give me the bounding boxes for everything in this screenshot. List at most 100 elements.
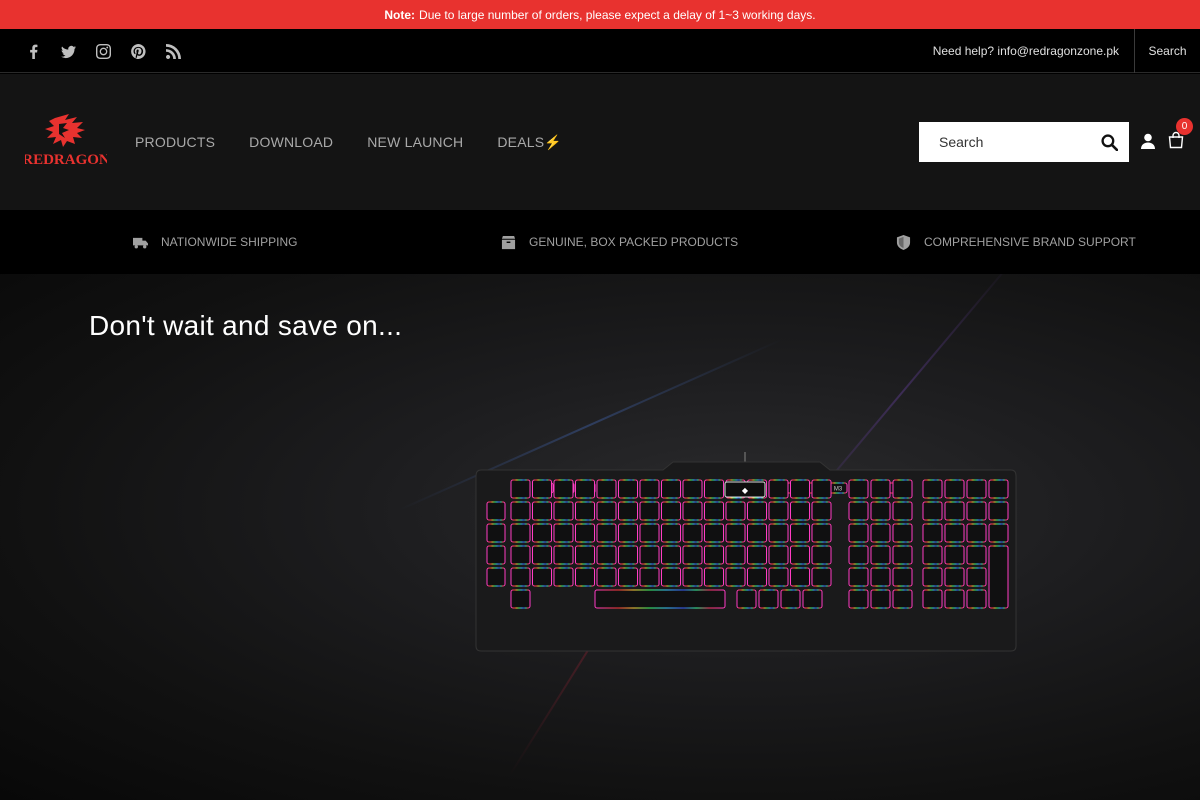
keyboard-key [704,501,724,521]
keyboard-key [736,589,757,609]
keyboard-key [922,567,943,587]
keyboard-key [790,501,810,521]
keyboard-key [661,501,681,521]
logo-wordmark: REDRAGON [25,152,107,168]
keyboard-key [892,589,913,609]
keyboard-key-label: M3 [834,487,843,493]
keyboard-key [594,589,726,609]
shield-icon [896,234,911,250]
keyboard-key [704,545,724,565]
keyboard-key [486,545,506,565]
keyboard-key [639,479,660,499]
keyboard-key [532,545,552,565]
keyboard-key [682,501,703,521]
twitter-icon[interactable] [51,29,86,73]
keyboard-key [944,523,965,543]
keyboard-key [532,567,552,587]
search-icon [1100,133,1118,151]
main-nav: PRODUCTS DOWNLOAD NEW LAUNCH DEALS⚡ [135,74,596,210]
nav-new-launch[interactable]: NEW LAUNCH [367,134,463,150]
nav-products[interactable]: PRODUCTS [135,134,215,150]
search-button[interactable] [1089,122,1129,162]
feature-label: NATIONWIDE SHIPPING [161,235,298,249]
facebook-icon[interactable] [16,29,51,73]
keyboard-key [758,589,779,609]
keyboard-key [892,479,913,499]
keyboard-key [848,501,869,521]
redragon-logo[interactable]: REDRAGON [25,114,107,170]
keyboard-key [575,479,595,499]
keyboard-key [848,523,869,543]
keyboard-key [618,545,638,565]
keyboard-key [802,589,823,609]
keyboard-key [988,479,1009,499]
keyboard-key [725,501,746,521]
keyboard-key [966,479,987,499]
keyboard-key [944,545,965,565]
announcement-bar: Note: Due to large number of orders, ple… [0,0,1200,29]
keyboard-key [780,589,801,609]
keyboard-key [988,545,1009,609]
feature-label: GENUINE, BOX PACKED PRODUCTS [529,235,739,249]
keyboard-key [725,523,746,543]
keyboard-key [532,501,552,521]
instagram-icon[interactable] [86,29,121,73]
help-email[interactable]: Need help? info@redragonzone.pk [933,29,1119,73]
keyboard-key [790,545,810,565]
keyboard-key [848,567,869,587]
keyboard-key [618,501,638,521]
keyboard-key [768,567,789,587]
keyboard-key [892,545,913,565]
keyboard-key [486,523,506,543]
keyboard-key [944,479,965,499]
keyboard-key [966,589,987,609]
site-header: REDRAGON PRODUCTS DOWNLOAD NEW LAUNCH DE… [0,74,1200,210]
top-search-link[interactable]: Search [1135,29,1200,73]
keyboard-key [870,567,891,587]
keyboard-key [486,501,506,521]
search-box [919,122,1129,162]
pinterest-icon[interactable] [121,29,156,73]
social-links [16,29,191,73]
keyboard-key [811,479,832,499]
keyboard-key [618,567,638,587]
keyboard-key [596,523,617,543]
keyboard-key [747,545,767,565]
keyboard-key [988,501,1009,521]
keyboard-key [553,545,574,565]
keyboard-key [575,545,595,565]
keyboard-key [661,479,681,499]
keyboard-key [768,545,789,565]
keyboard-key [596,567,617,587]
keyboard-key [768,501,789,521]
keyboard-key [747,501,767,521]
account-icon[interactable] [1140,133,1156,149]
keyboard-key [553,479,574,499]
note-text: Due to large number of orders, please ex… [419,7,816,22]
keyboard-key [790,479,810,499]
keyboard-key [639,567,660,587]
keyboard-key [661,545,681,565]
hero-banner[interactable]: Don't wait and save on... G6G7G8G9G10REC… [0,274,1200,800]
top-bar: Need help? info@redragonzone.pk Search [0,29,1200,73]
keyboard-key [966,567,987,587]
keyboard-key [725,545,746,565]
keyboard-key [682,545,703,565]
nav-download[interactable]: DOWNLOAD [249,134,333,150]
keyboard-key [510,567,531,587]
keyboard-key [639,545,660,565]
keyboard-key [661,567,681,587]
keyboard-key [870,589,891,609]
keyboard-key [922,479,943,499]
keyboard-key [510,523,531,543]
rss-icon[interactable] [156,29,191,73]
search-input[interactable] [919,122,1089,162]
hero-title: Don't wait and save on... [89,310,403,341]
keyboard-key [661,523,681,543]
keyboard-key [944,567,965,587]
keyboard-key [510,479,531,499]
keyboard-key [892,501,913,521]
keyboard-key [553,501,574,521]
nav-deals[interactable]: DEALS⚡ [497,134,562,151]
keyboard-key [966,501,987,521]
